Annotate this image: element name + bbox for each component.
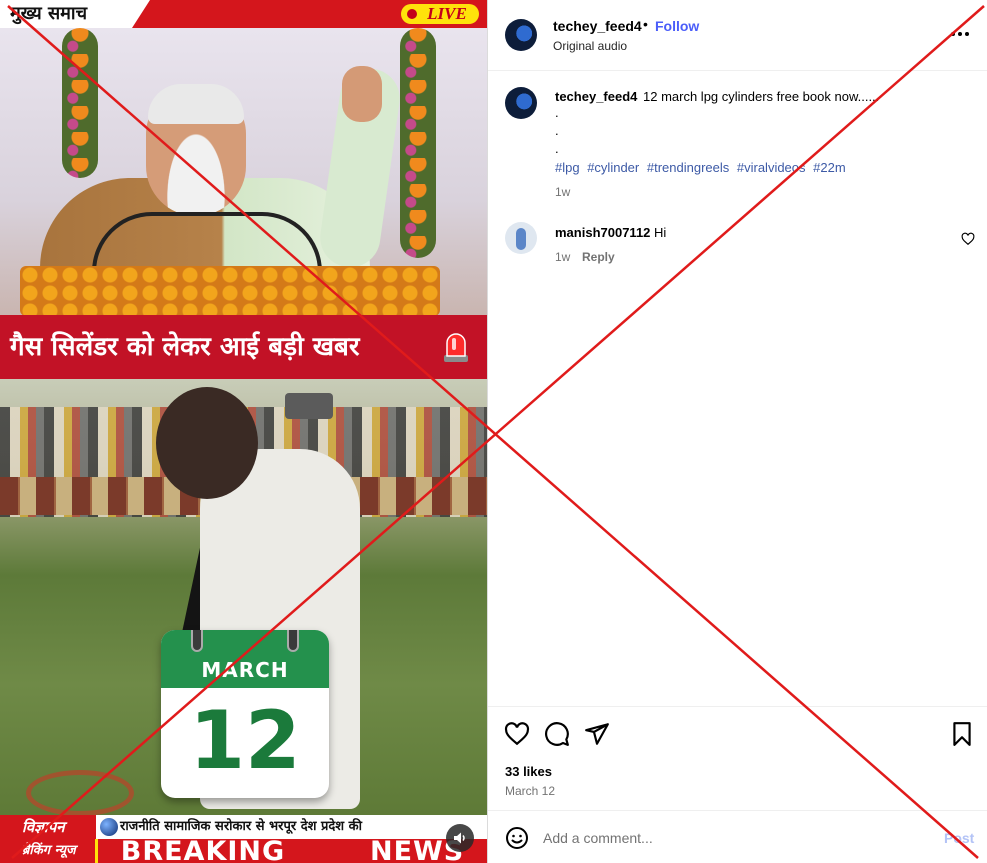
post-details-panel: techey_feed4 • Follow Original audio tec…: [487, 0, 987, 863]
flower-garland-left: [62, 28, 98, 178]
hashtag-link[interactable]: #22m: [813, 160, 846, 175]
siren-icon: [444, 333, 468, 362]
calendar-month: MARCH: [201, 658, 289, 682]
caption-text: 12 march lpg cylinders free book now....…: [643, 89, 880, 104]
comment-item: manish7007112 Hi 1w Reply: [488, 222, 987, 272]
vehicle: [285, 393, 333, 419]
hashtag-link[interactable]: #trendingreels: [647, 160, 729, 175]
channel-name: मुख्य समाच: [0, 0, 150, 28]
podium-flowers: [20, 266, 440, 315]
flower-garland-right: [400, 28, 436, 258]
avatar[interactable]: [505, 222, 537, 254]
caption-line: .: [555, 141, 559, 156]
hashtag-list: #lpg #cylinder #trendingreels #viralvide…: [555, 160, 850, 175]
news-top-ticker: मुख्य समाच LIVE: [0, 0, 487, 28]
speaker-hair: [148, 84, 244, 124]
bookmark-icon[interactable]: [949, 721, 975, 747]
heart-icon[interactable]: [961, 232, 975, 246]
calendar-ring: [191, 630, 203, 652]
more-dot: [951, 32, 955, 36]
post-comment-button[interactable]: Post: [944, 830, 974, 846]
hashtag-link[interactable]: #cylinder: [587, 160, 639, 175]
more-dot: [965, 32, 969, 36]
more-dot: [958, 32, 962, 36]
more-options-button[interactable]: [948, 24, 972, 44]
reply-button[interactable]: Reply: [582, 250, 615, 264]
man-head: [156, 387, 258, 499]
gas-cylinder-top: [26, 770, 134, 816]
calendar-ring: [287, 630, 299, 652]
comment-composer: Post: [488, 810, 987, 863]
post-date: March 12: [505, 784, 556, 798]
emoji-icon[interactable]: [505, 826, 529, 850]
news-bottom-ticker: विज्ञापन राजनीति सामाजिक सरोकार से भरपूर…: [0, 815, 487, 863]
avatar[interactable]: [505, 87, 537, 119]
caption-line: .: [555, 123, 559, 138]
breaking-news-banner: BREAKING NEWS: [98, 839, 487, 863]
breaking-word: BREAKING: [120, 839, 286, 863]
comment-username[interactable]: manish7007112: [555, 225, 650, 240]
comment-timestamp: 1w: [555, 250, 571, 264]
headline-text: गैस सिलेंडर को लेकर आई बड़ी खबर: [10, 332, 360, 362]
separator-dot: •: [643, 16, 648, 32]
speaker-hand: [342, 66, 382, 122]
hashtag-link[interactable]: #viralvideos: [737, 160, 806, 175]
calendar-graphic: MARCH 12: [161, 630, 329, 798]
comment-text: Hi: [654, 225, 667, 240]
heart-icon[interactable]: [504, 721, 530, 747]
calendar-day: 12: [189, 694, 301, 787]
ticker-scroll-text: राजनीति सामाजिक सरोकार से भरपूर देश प्रद…: [98, 815, 487, 839]
mute-button[interactable]: [446, 824, 474, 852]
speech-scene: [0, 28, 487, 315]
audio-label[interactable]: Original audio: [553, 39, 627, 53]
follow-button[interactable]: Follow: [655, 18, 699, 34]
caption-timestamp: 1w: [555, 185, 571, 199]
ticker-left-label: ब्रेकिंग न्यूज: [0, 839, 98, 863]
headline-banner: गैस सिलेंडर को लेकर आई बड़ी खबर: [0, 315, 487, 379]
share-icon[interactable]: [584, 721, 610, 747]
hashtag-link[interactable]: #lpg: [555, 160, 580, 175]
likes-count[interactable]: 33 likes: [505, 764, 552, 779]
live-badge: LIVE: [401, 4, 479, 24]
caption-username[interactable]: techey_feed4: [555, 89, 637, 104]
speaker-icon: [454, 832, 465, 844]
post-header: techey_feed4 • Follow Original audio: [488, 0, 987, 71]
post-caption: techey_feed4 12 march lpg cylinders free…: [488, 72, 987, 212]
post-actions: 33 likes March 12: [488, 706, 987, 810]
globe-icon: [100, 818, 118, 836]
comment-icon[interactable]: [544, 721, 570, 747]
ticker-ad-label: विज्ञापन: [0, 815, 96, 839]
post-username[interactable]: techey_feed4: [553, 18, 642, 34]
avatar[interactable]: [505, 19, 537, 51]
reel-video[interactable]: मुख्य समाच LIVE गैस सिलेंडर को लेकर आई ब…: [0, 0, 487, 863]
comment-input[interactable]: [543, 825, 923, 851]
caption-line: .: [555, 105, 559, 120]
